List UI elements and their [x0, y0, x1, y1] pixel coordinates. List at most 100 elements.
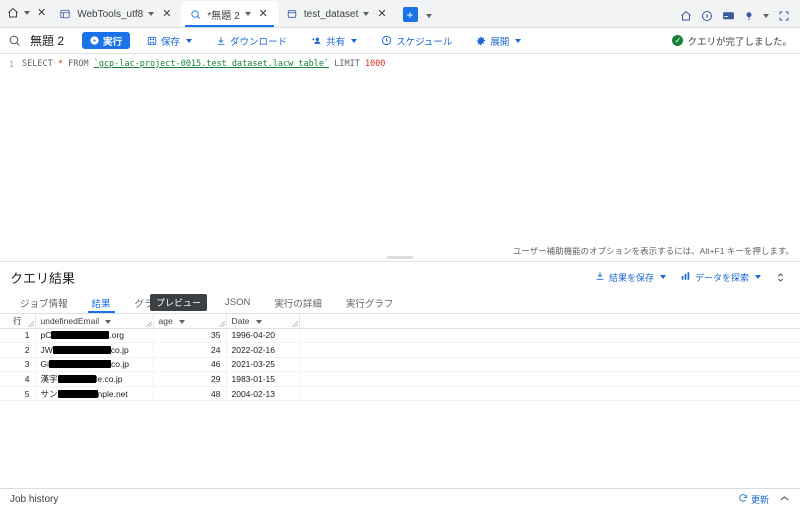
email-prefix: サン	[40, 388, 58, 399]
browser-tab-test-dataset[interactable]: test_dataset ✕	[278, 1, 397, 27]
home-close-icon[interactable]: ✕	[34, 7, 49, 19]
table-row[interactable]: 1 pC .org 35 1996-04-20	[0, 328, 800, 344]
cell-email[interactable]: pC .org	[35, 328, 154, 344]
cell-age: 48	[153, 386, 227, 402]
column-resize-grip[interactable]	[145, 320, 152, 327]
share-person-icon	[311, 36, 322, 46]
tab-dropdown-caret-icon[interactable]	[244, 12, 251, 16]
share-button-label: 共有	[326, 36, 346, 48]
new-tab-dropdown-caret-icon[interactable]	[425, 14, 432, 18]
chevron-up-icon[interactable]	[779, 494, 790, 505]
pin-dropdown-caret-icon[interactable]	[763, 13, 769, 18]
share-button[interactable]: 共有	[304, 31, 364, 51]
column-header-date[interactable]: Date	[226, 314, 300, 329]
chevron-down-icon[interactable]	[755, 275, 761, 279]
chevron-down-icon[interactable]	[659, 275, 666, 279]
cell-row-number: 2	[0, 342, 36, 358]
tab-execution-graph[interactable]: 実行グラフ	[334, 292, 406, 313]
browser-tab-label: *無題 2	[207, 10, 240, 22]
tab-close-icon[interactable]: ✕	[256, 8, 271, 20]
column-header-row[interactable]: 行	[0, 314, 36, 329]
tab-execution-details[interactable]: 実行の詳細	[262, 292, 334, 313]
cell-date: 1996-04-20	[226, 328, 300, 344]
bigquery-console-window: ✕ WebTools_utf8 ✕ *無題 2 ✕ test_dataset ✕	[0, 0, 800, 509]
column-header-label: Date	[231, 315, 250, 326]
browser-home-group: ✕	[4, 0, 51, 27]
editor-resize-handle[interactable]	[387, 256, 413, 259]
results-table-container[interactable]: 行 undefinedEmail age Date 1 pC .org 35 1…	[0, 314, 800, 402]
expand-collapse-icon[interactable]	[771, 271, 790, 284]
tab-results[interactable]: 結果	[80, 292, 123, 313]
grid-icon	[58, 7, 72, 21]
schedule-button[interactable]: スケジュール	[374, 31, 459, 51]
tab-job-info[interactable]: ジョブ情報	[8, 292, 80, 313]
home-icon[interactable]	[680, 10, 692, 22]
home-icon[interactable]	[6, 6, 20, 20]
run-button-label: 実行	[103, 36, 123, 48]
chevron-down-icon[interactable]	[351, 38, 358, 43]
cell-age: 29	[153, 371, 227, 387]
table-row[interactable]: 3 Gi co.jp 46 2021-03-25	[0, 357, 800, 373]
cell-email[interactable]: 漢字 le.co.jp	[35, 371, 154, 387]
preview-tooltip: プレビュー	[150, 294, 208, 311]
column-menu-caret-icon[interactable]	[255, 319, 262, 324]
save-results-label: 結果を保存	[608, 272, 654, 283]
tab-dropdown-caret-icon[interactable]	[363, 12, 370, 16]
table-row[interactable]: 2 JW co.jp 24 2022-02-16	[0, 342, 800, 358]
column-resize-grip[interactable]	[218, 320, 225, 327]
tab-close-icon[interactable]: ✕	[374, 8, 389, 20]
email-suffix: le.co.jp	[95, 374, 123, 385]
run-button[interactable]: 実行	[82, 32, 131, 49]
sql-editor-line[interactable]: 1 SELECT * FROM `gcp-lac-project-0015.te…	[0, 54, 800, 71]
card-icon[interactable]	[722, 9, 735, 22]
expand-button[interactable]: 展開	[469, 31, 528, 51]
gear-icon	[476, 35, 486, 46]
cell-filler	[299, 386, 800, 402]
sql-text[interactable]: SELECT * FROM `gcp-lac-project-0015.test…	[22, 58, 385, 71]
column-menu-caret-icon[interactable]	[105, 319, 112, 324]
column-menu-caret-icon[interactable]	[179, 319, 186, 324]
email-prefix: pC	[40, 330, 52, 341]
fullscreen-icon[interactable]	[778, 10, 790, 22]
chevron-down-icon[interactable]	[515, 38, 522, 43]
table-row[interactable]: 4 漢字 le.co.jp 29 1983-01-15	[0, 371, 800, 387]
browser-tab-untitled2[interactable]: *無題 2 ✕	[181, 1, 278, 27]
search-icon[interactable]	[8, 34, 21, 47]
info-icon[interactable]	[701, 10, 713, 22]
save-icon	[147, 36, 157, 46]
sql-editor[interactable]: 1 SELECT * FROM `gcp-lac-project-0015.te…	[0, 54, 800, 262]
column-header-age[interactable]: age	[153, 314, 227, 329]
column-resize-grip[interactable]	[27, 320, 34, 327]
cell-email[interactable]: JW co.jp	[35, 342, 154, 358]
email-prefix: 漢字	[40, 374, 58, 385]
table-header-row: 行 undefinedEmail age Date	[0, 314, 800, 329]
explore-data-button[interactable]: データを探索	[676, 268, 765, 286]
home-dropdown-caret-icon[interactable]	[24, 11, 30, 15]
table-row[interactable]: 5 サン nple.net 48 2004-02-13	[0, 386, 800, 402]
chevron-down-icon[interactable]	[186, 38, 193, 43]
sql-table-reference[interactable]: `gcp-lac-project-0015.test_dataset.lacw_…	[94, 59, 329, 69]
tab-label: 実行グラフ	[345, 298, 394, 310]
column-resize-grip[interactable]	[291, 320, 298, 327]
browser-tab-webtools[interactable]: WebTools_utf8 ✕	[51, 1, 181, 27]
pin-icon[interactable]	[744, 10, 754, 22]
download-button-label: ダウンロード	[230, 36, 288, 48]
job-history-title: Job history	[10, 493, 59, 505]
cell-email[interactable]: サン nple.net	[35, 386, 154, 402]
refresh-button[interactable]: 更新	[738, 493, 769, 506]
save-results-icon	[595, 271, 605, 283]
tab-close-icon[interactable]: ✕	[159, 8, 174, 20]
save-button[interactable]: 保存	[140, 31, 199, 51]
cell-email[interactable]: Gi co.jp	[35, 357, 154, 373]
tab-dropdown-caret-icon[interactable]	[148, 12, 155, 16]
new-tab-button[interactable]: +	[402, 7, 418, 22]
save-results-button[interactable]: 結果を保存	[591, 268, 670, 286]
accessibility-hint: ユーザー補助機能のオプションを表示するには、Alt+F1 キーを押します。	[512, 246, 794, 256]
download-button[interactable]: ダウンロード	[209, 31, 294, 51]
job-history-bar[interactable]: Job history 更新	[0, 488, 800, 509]
results-table: 行 undefinedEmail age Date 1 pC .org 35 1…	[0, 314, 800, 402]
sql-limit-value: 1000	[364, 59, 386, 69]
column-header-email[interactable]: undefinedEmail	[35, 314, 154, 329]
redaction-box	[52, 345, 111, 354]
results-title: クエリ結果	[10, 270, 76, 286]
